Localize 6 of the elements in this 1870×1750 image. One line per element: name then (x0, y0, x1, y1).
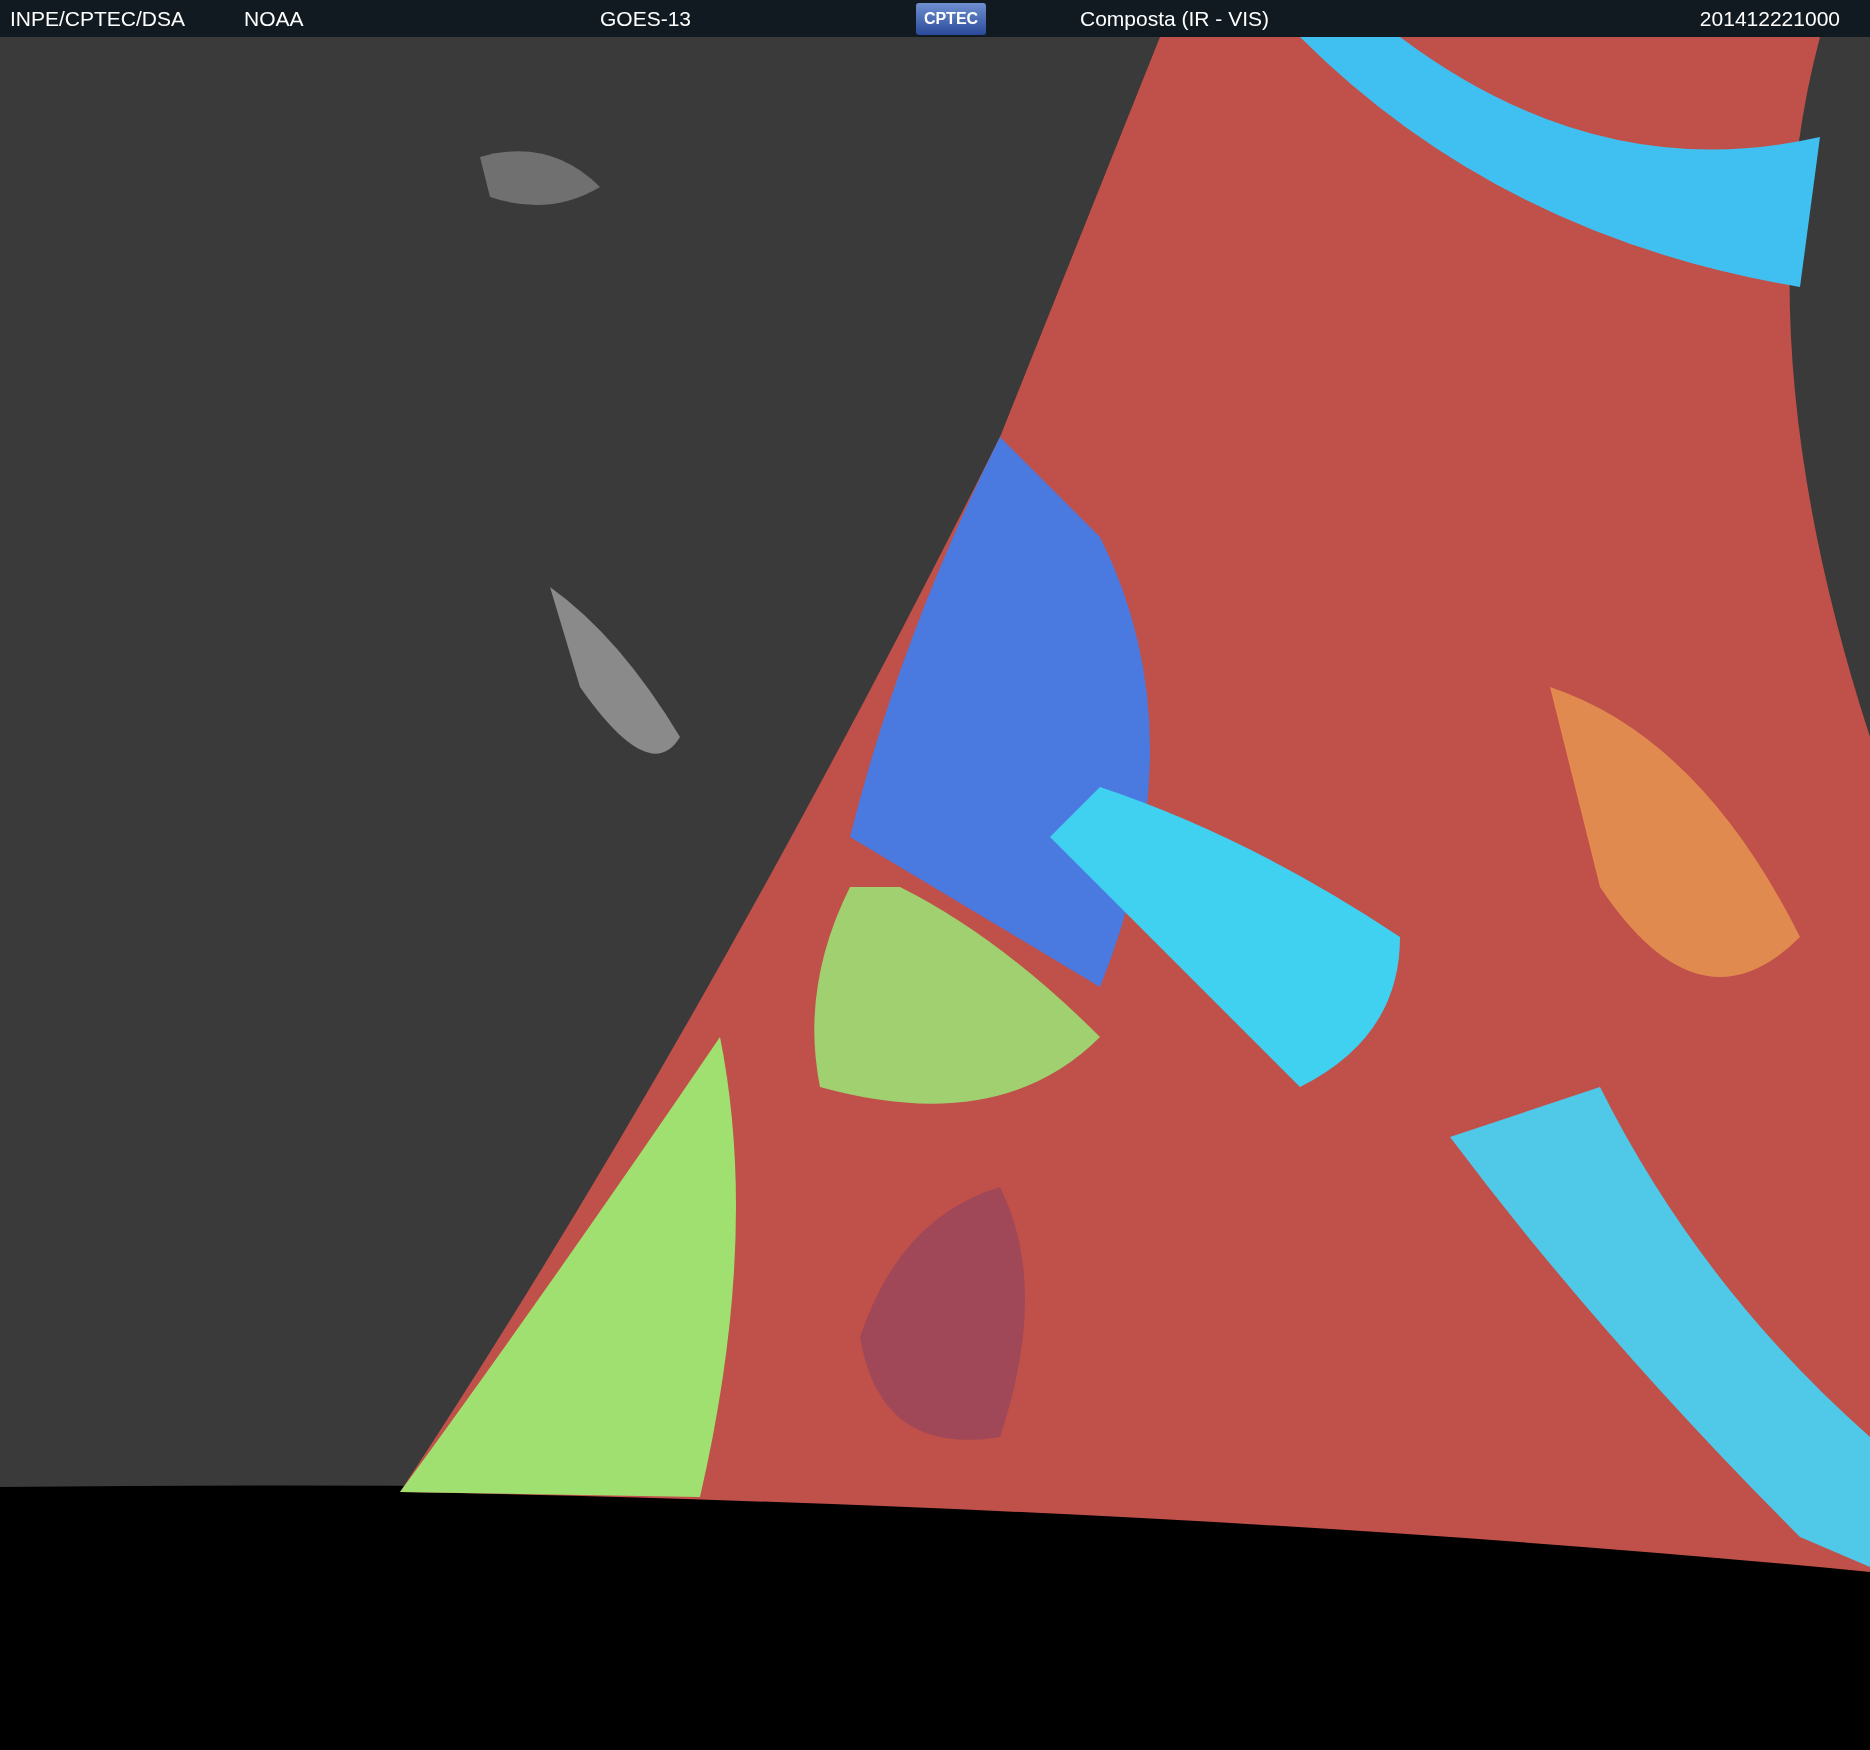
logo: CPTEC (916, 2, 986, 35)
satellite-label: GOES-13 (600, 6, 693, 31)
agency-label: NOAA (244, 6, 305, 31)
timestamp-label: 201412221000 (1699, 6, 1840, 31)
source-label: INPE/CPTEC/DSA (10, 6, 187, 31)
product-label: Composta (IR - VIS) (1080, 6, 1271, 31)
